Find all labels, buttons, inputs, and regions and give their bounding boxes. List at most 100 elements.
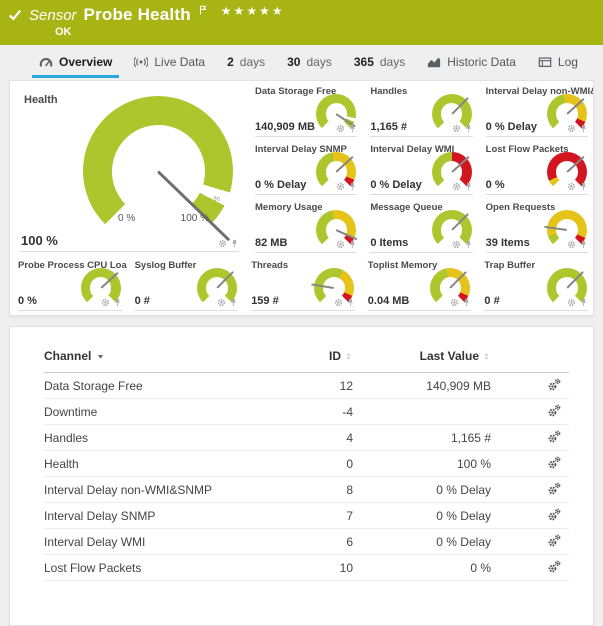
tab-label: Log (558, 55, 578, 69)
pin-icon[interactable] (346, 298, 355, 307)
gear-icon[interactable] (336, 182, 345, 191)
pin-icon[interactable] (579, 182, 588, 191)
gauge-cell: Probe Process CPU Load 0 % (10, 255, 127, 313)
tab-historic-data[interactable]: Historic Data (424, 45, 519, 78)
gauge-value: 39 Items (486, 237, 530, 249)
gauge-value: 0 % (18, 295, 37, 307)
pin-icon[interactable] (464, 124, 473, 133)
gauge-value: 140,909 MB (255, 121, 315, 133)
priority-stars[interactable]: ★★★★★ (221, 4, 285, 18)
channel-name: Lost Flow Packets (44, 561, 269, 575)
pin-icon[interactable] (464, 240, 473, 249)
sensor-header: Sensor Probe Health ★★★★★ OK (0, 0, 603, 45)
pin-icon[interactable] (229, 298, 238, 307)
pin-icon[interactable] (348, 240, 357, 249)
pin-icon[interactable] (579, 124, 588, 133)
gear-icon[interactable] (567, 124, 576, 133)
channel-last-value: 1,165 # (359, 431, 499, 445)
gauge-value: 1,165 # (370, 121, 407, 133)
tab-label: Historic Data (447, 55, 516, 69)
object-kind-label: Sensor (29, 7, 77, 24)
gear-icon[interactable] (452, 182, 461, 191)
column-label: Channel (44, 349, 91, 363)
gauges-panel: Health 0 % 100 % % 100 % Data Storage Fr… (9, 80, 594, 316)
tab-2-days[interactable]: 2 days (224, 45, 268, 78)
tab-30-days[interactable]: 30 days (284, 45, 335, 78)
channel-last-value: 140,909 MB (359, 379, 499, 393)
pin-icon[interactable] (348, 182, 357, 191)
table-row[interactable]: Interval Delay non-WMI&SNMP 8 0 % Delay (44, 477, 569, 503)
gauge-value: 159 # (251, 295, 279, 307)
table-row[interactable]: Health 0 100 % (44, 451, 569, 477)
gear-icon[interactable] (101, 298, 110, 307)
column-header-last-value[interactable]: Last Value (359, 349, 499, 363)
tab-number: 365 (354, 55, 374, 69)
gauge-value: 0 % Delay (486, 121, 537, 133)
gear-icon[interactable] (567, 240, 576, 249)
channel-settings-icon[interactable] (548, 404, 561, 417)
pin-icon[interactable] (230, 239, 239, 248)
channel-id: 8 (269, 483, 359, 497)
gear-icon[interactable] (452, 240, 461, 249)
channel-name: Interval Delay SNMP (44, 509, 269, 523)
gear-icon[interactable] (336, 124, 345, 133)
gear-icon[interactable] (567, 298, 576, 307)
channel-settings-icon[interactable] (548, 534, 561, 547)
gauge-value: 100 % (21, 233, 58, 248)
channel-settings-icon[interactable] (548, 456, 561, 469)
sort-updown-icon (344, 352, 353, 361)
flag-icon[interactable] (198, 5, 208, 15)
pin-icon[interactable] (113, 298, 122, 307)
column-label: ID (329, 349, 341, 363)
channel-id: 6 (269, 535, 359, 549)
gear-icon[interactable] (334, 298, 343, 307)
pin-icon[interactable] (348, 124, 357, 133)
gear-icon[interactable] (567, 182, 576, 191)
channel-last-value: 0 % Delay (359, 483, 499, 497)
table-row[interactable]: Lost Flow Packets 10 0 % (44, 555, 569, 581)
channel-last-value: 100 % (359, 457, 499, 471)
column-header-id[interactable]: ID (269, 349, 359, 363)
pin-icon[interactable] (579, 240, 588, 249)
table-row[interactable]: Interval Delay WMI 6 0 % Delay (44, 529, 569, 555)
gauge-value: 0 % Delay (255, 179, 306, 191)
table-row[interactable]: Interval Delay SNMP 7 0 % Delay (44, 503, 569, 529)
column-header-channel[interactable]: Channel (44, 349, 269, 363)
channel-settings-icon[interactable] (548, 430, 561, 443)
tab-number: 2 (227, 55, 234, 69)
gear-icon[interactable] (336, 240, 345, 249)
status-check-icon (8, 8, 22, 22)
channel-settings-icon[interactable] (548, 508, 561, 521)
channel-settings-icon[interactable] (548, 378, 561, 391)
gauge-cell: Data Storage Free 140,909 MB (247, 81, 362, 139)
table-row[interactable]: Data Storage Free 12 140,909 MB (44, 373, 569, 399)
tab-label: days (240, 55, 265, 69)
channel-settings-icon[interactable] (548, 560, 561, 573)
channel-settings-icon[interactable] (548, 482, 561, 495)
channel-name: Data Storage Free (44, 379, 269, 393)
sort-updown-icon (482, 352, 491, 361)
pin-icon[interactable] (464, 182, 473, 191)
gauge-value: 0 Items (370, 237, 408, 249)
gear-icon[interactable] (452, 124, 461, 133)
gauge-value: 82 MB (255, 237, 287, 249)
table-row[interactable]: Downtime -4 (44, 399, 569, 425)
pin-icon[interactable] (462, 298, 471, 307)
gauge-value: 0.04 MB (368, 295, 410, 307)
tab-365-days[interactable]: 365 days (351, 45, 408, 78)
gauge-cell: Lost Flow Packets 0 % (478, 139, 593, 197)
tab-log[interactable]: Log (535, 45, 581, 78)
tab-label: Live Data (154, 55, 205, 69)
gear-icon[interactable] (450, 298, 459, 307)
health-gauge (83, 96, 233, 246)
tab-overview[interactable]: Overview (36, 45, 115, 78)
gauge-value: 0 % (486, 179, 505, 191)
channel-id: 4 (269, 431, 359, 445)
gear-icon[interactable] (217, 298, 226, 307)
tab-live-data[interactable]: Live Data (131, 45, 208, 78)
table-row[interactable]: Handles 4 1,165 # (44, 425, 569, 451)
pin-icon[interactable] (579, 298, 588, 307)
gear-icon[interactable] (218, 239, 227, 248)
channel-last-value: 0 % Delay (359, 535, 499, 549)
gauge-value: 0 # (135, 295, 150, 307)
